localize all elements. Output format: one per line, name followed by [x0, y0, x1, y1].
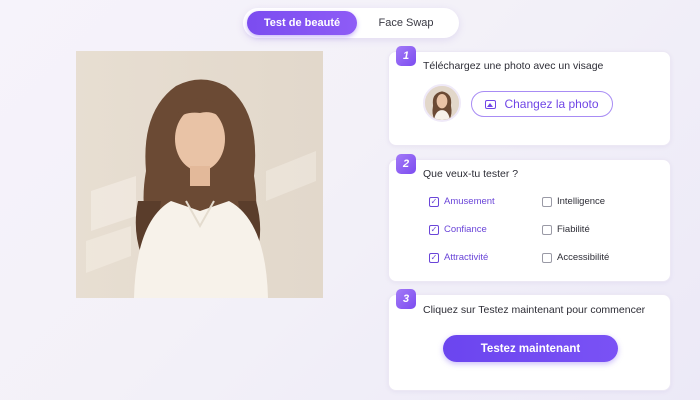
option-label: Confiance	[444, 224, 487, 235]
checkbox-checked-icon[interactable]: ✓	[429, 252, 439, 263]
option-confiance[interactable]: ✓ Confiance	[429, 224, 487, 235]
checkbox-unchecked-icon[interactable]	[542, 252, 552, 263]
step-badge-1: 1	[396, 46, 416, 66]
checkbox-unchecked-icon[interactable]	[542, 196, 552, 207]
checkbox-checked-icon[interactable]: ✓	[429, 224, 439, 235]
step-badge-2: 2	[396, 154, 416, 174]
image-icon	[485, 99, 497, 109]
change-photo-button[interactable]: Changez la photo	[471, 91, 613, 117]
option-label: Attractivité	[444, 252, 489, 263]
option-intelligence[interactable]: Intelligence	[542, 196, 605, 207]
step-upload-card: 1 Téléchargez une photo avec un visage C…	[388, 46, 671, 146]
step-2-title: Que veux-tu tester ?	[423, 168, 519, 180]
change-photo-label: Changez la photo	[504, 97, 599, 111]
step-3-title: Cliquez sur Testez maintenant pour comme…	[423, 304, 646, 316]
step-1-title: Téléchargez une photo avec un visage	[423, 60, 604, 72]
mode-tabs: Test de beauté Face Swap	[243, 8, 459, 38]
tab-test-de-beaute[interactable]: Test de beauté	[247, 11, 357, 35]
option-fiabilite[interactable]: Fiabilité	[542, 224, 590, 235]
step-badge-3: 3	[396, 289, 416, 309]
checkbox-unchecked-icon[interactable]	[542, 224, 552, 235]
tab-face-swap[interactable]: Face Swap	[357, 11, 455, 35]
step-start-card: 3 Cliquez sur Testez maintenant pour com…	[388, 289, 671, 391]
checkbox-checked-icon[interactable]: ✓	[429, 196, 439, 207]
option-amusement[interactable]: ✓ Amusement	[429, 196, 495, 207]
test-now-button[interactable]: Testez maintenant	[443, 335, 618, 362]
option-attractivite[interactable]: ✓ Attractivité	[429, 252, 488, 263]
option-label: Intelligence	[557, 196, 606, 207]
option-accessibilite[interactable]: Accessibilité	[542, 252, 609, 263]
avatar-thumbnail	[423, 84, 461, 122]
option-label: Amusement	[444, 196, 495, 207]
option-label: Accessibilité	[557, 252, 610, 263]
uploaded-portrait-photo	[76, 51, 323, 298]
step-criteria-card: 2 Que veux-tu tester ? ✓ Amusement ✓ Con…	[388, 154, 671, 282]
option-label: Fiabilité	[557, 224, 590, 235]
